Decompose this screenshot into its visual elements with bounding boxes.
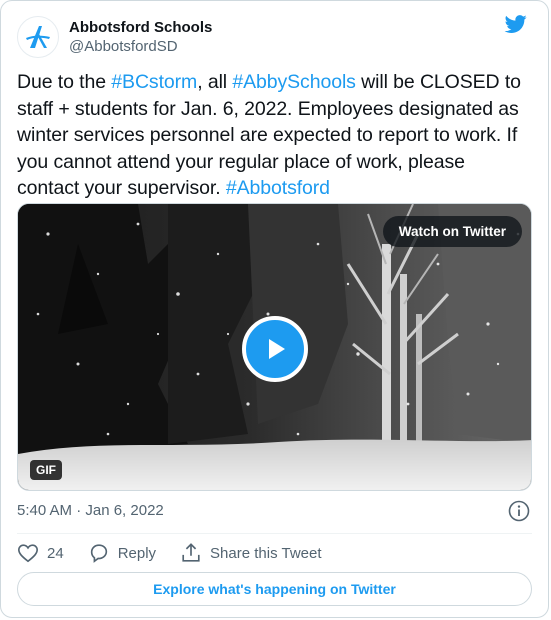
share-icon [182, 543, 200, 562]
twitter-bird-icon[interactable] [504, 13, 528, 35]
like-count: 24 [47, 544, 64, 562]
tweet-header: Abbotsford Schools @AbbotsfordSD [17, 13, 212, 61]
author-display-name[interactable]: Abbotsford Schools [69, 18, 212, 37]
author-handle[interactable]: @AbbotsfordSD [69, 37, 212, 56]
divider [17, 533, 532, 534]
tweet-text: Due to the #BCstorm, all #AbbySchools wi… [17, 69, 532, 202]
abbotsford-logo-icon [26, 26, 50, 48]
play-icon [269, 339, 285, 359]
author-names: Abbotsford Schools @AbbotsfordSD [69, 18, 212, 56]
explore-twitter-button[interactable]: Explore what's happening on Twitter [17, 572, 532, 606]
hashtag-link[interactable]: #BCstorm [111, 71, 197, 93]
play-button[interactable] [242, 316, 308, 382]
gif-badge: GIF [30, 460, 62, 480]
like-button[interactable]: 24 [17, 542, 64, 564]
reply-icon [90, 544, 107, 563]
share-button[interactable]: Share this Tweet [180, 542, 322, 564]
hashtag-link[interactable]: #AbbySchools [232, 71, 356, 93]
hashtag-link[interactable]: #Abbotsford [226, 177, 330, 199]
tweet-timestamp[interactable]: 5:40 AM · Jan 6, 2022 [17, 502, 164, 519]
tweet-text-segment: , all [197, 71, 233, 93]
watch-on-twitter-button[interactable]: Watch on Twitter [382, 216, 522, 247]
gif-media[interactable]: Watch on Twitter GIF [17, 203, 532, 491]
reply-button[interactable]: Reply [88, 542, 156, 564]
reply-label: Reply [117, 544, 157, 562]
share-label: Share this Tweet [210, 544, 322, 562]
tweet-actions: 24 Reply Share this Tweet [17, 541, 346, 565]
info-icon[interactable] [508, 500, 530, 522]
tweet-text-segment: Due to the [17, 71, 112, 93]
avatar[interactable] [17, 16, 59, 58]
heart-icon [18, 544, 38, 563]
tweet-card: Abbotsford Schools @AbbotsfordSD Due to … [0, 0, 549, 618]
